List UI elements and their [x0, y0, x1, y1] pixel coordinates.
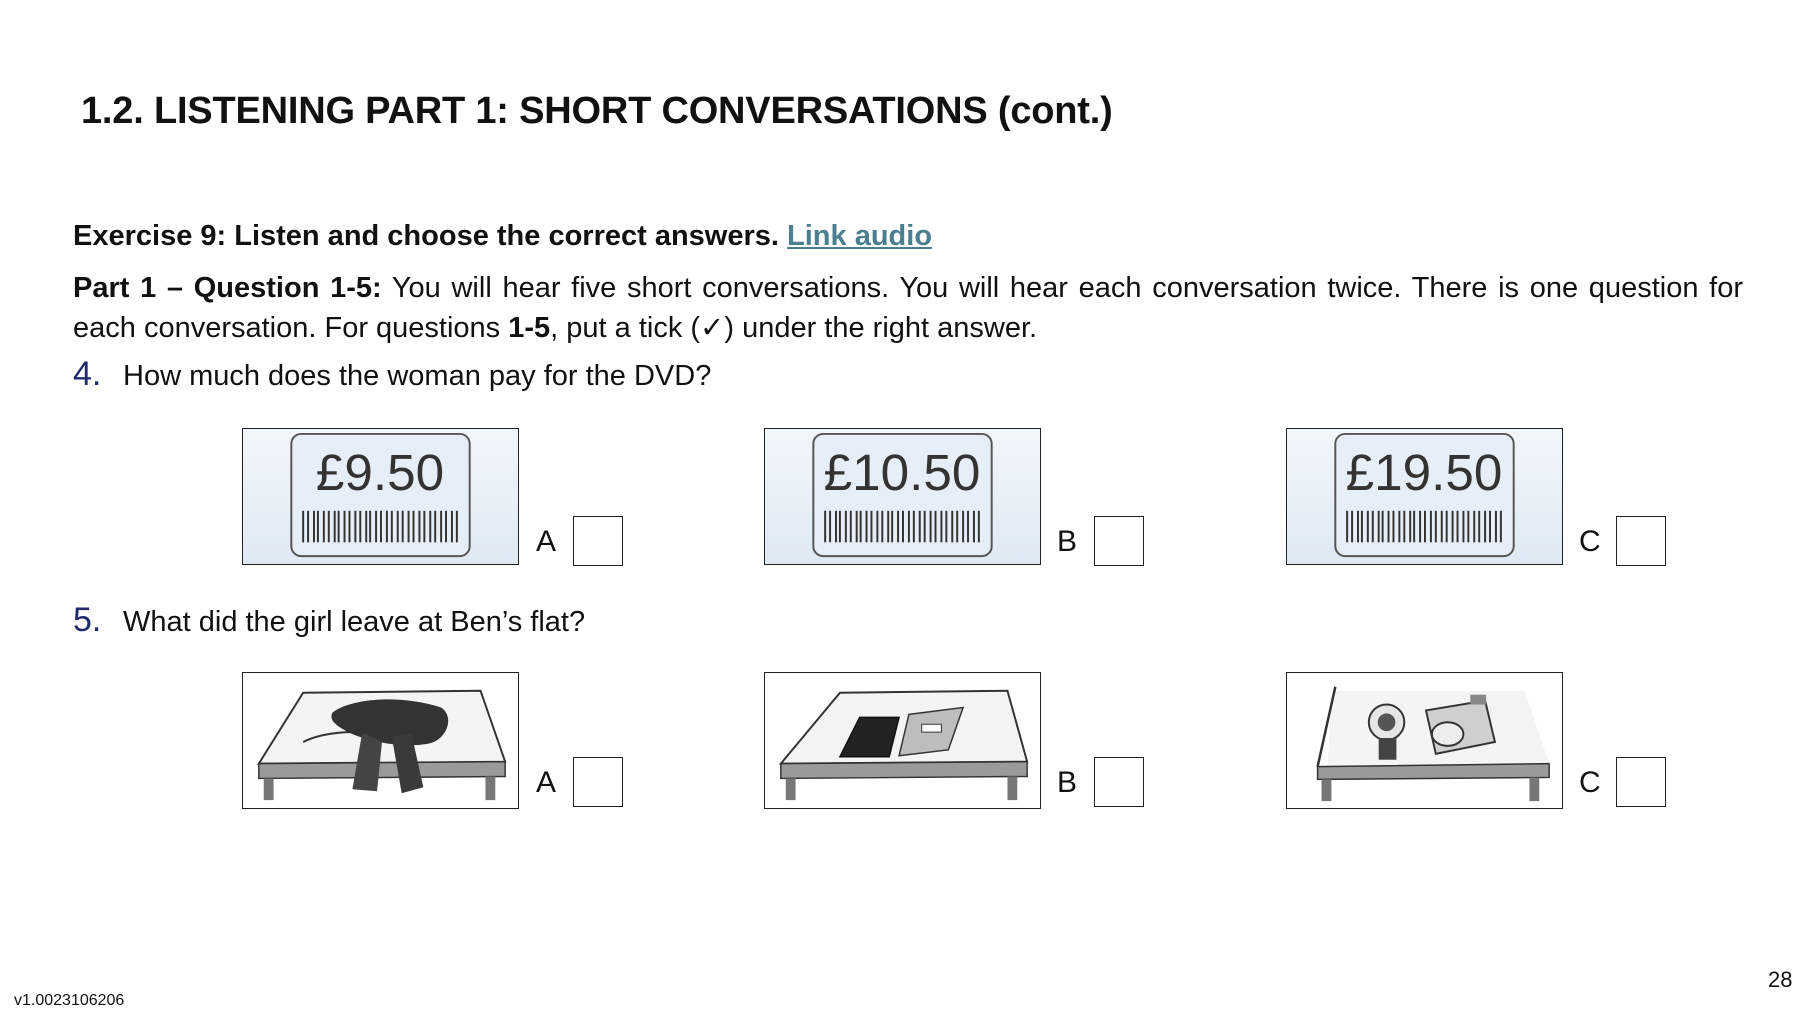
tick-box-q5-c[interactable] [1616, 757, 1666, 807]
price-tag-icon: £10.50 [812, 432, 993, 558]
scarf-image-a [242, 672, 519, 809]
question-number: 5. [73, 601, 102, 639]
option-letter-c: C [1579, 766, 1601, 799]
audio-link[interactable]: Link audio [787, 220, 932, 252]
price-tag-image-b: £10.50 [764, 428, 1041, 565]
page-title: 1.2. LISTENING PART 1: SHORT CONVERSATIO… [81, 90, 1113, 132]
question-number: 4. [73, 355, 102, 393]
exercise-label: Exercise 9: Listen and choose the correc… [73, 220, 779, 252]
question-4: 4. How much does the woman pay for the D… [73, 355, 711, 394]
option-letter-c: C [1579, 525, 1601, 558]
tick-box-q4-b[interactable] [1094, 516, 1144, 566]
tick-box-q4-c[interactable] [1616, 516, 1666, 566]
page-number: 28 [1768, 967, 1793, 992]
price-tag-icon: £9.50 [290, 432, 471, 558]
price-label: £10.50 [824, 444, 981, 501]
question-5: 5. What did the girl leave at Ben’s flat… [73, 601, 585, 640]
scarf-on-table-icon [257, 689, 507, 801]
exercise-heading: Exercise 9: Listen and choose the correc… [73, 220, 932, 253]
option-letter-a: A [536, 525, 557, 558]
torch-and-camera-on-table-icon [1316, 686, 1550, 802]
tick-box-q4-a[interactable] [573, 516, 623, 566]
torch-camera-image-c [1286, 672, 1563, 809]
tick-box-q5-a[interactable] [573, 757, 623, 807]
tick-box-q5-b[interactable] [1094, 757, 1144, 807]
option-letter-b: B [1057, 766, 1078, 799]
instructions-text-b: , put a tick (✓) under the right answer. [550, 312, 1038, 344]
price-tag-image-a: £9.50 [242, 428, 519, 565]
option-letter-a: A [536, 766, 557, 799]
books-image-b [764, 672, 1041, 809]
books-on-table-icon [778, 689, 1029, 801]
price-tag-icon: £19.50 [1334, 432, 1515, 558]
price-tag-image-c: £19.50 [1286, 428, 1563, 565]
instructions: Part 1 – Question 1-5: You will hear fiv… [73, 268, 1743, 348]
question-text: How much does the woman pay for the DVD? [123, 360, 712, 392]
option-letter-b: B [1057, 525, 1078, 558]
price-label: £9.50 [316, 444, 444, 501]
version-label: v1.0023106206 [14, 992, 125, 1009]
question-range: 1-5 [508, 312, 551, 344]
part-label: Part 1 – Question 1-5: [73, 272, 382, 304]
question-text: What did the girl leave at Ben’s flat? [123, 606, 586, 638]
price-label: £19.50 [1346, 444, 1503, 501]
